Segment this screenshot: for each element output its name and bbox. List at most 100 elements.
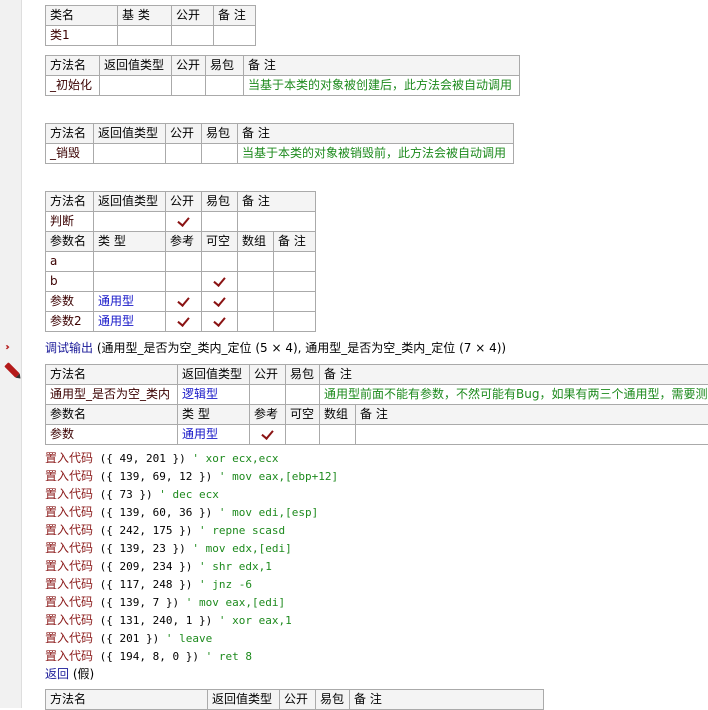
- public-cell[interactable]: [172, 26, 214, 46]
- header-remark: 备 注: [350, 690, 544, 710]
- array-cell[interactable]: [238, 312, 274, 332]
- reference-cell[interactable]: [166, 272, 202, 292]
- nullable-cell[interactable]: [202, 292, 238, 312]
- code-line[interactable]: 置入代码 ({ 139, 69, 12 }) ' mov eax,[ebp+12…: [45, 467, 338, 485]
- param-name-cell[interactable]: b: [46, 272, 94, 292]
- param-type-cell[interactable]: [94, 252, 166, 272]
- header-return-type: 返回值类型: [208, 690, 280, 710]
- remark-cell[interactable]: 当基于本类的对象被创建后，此方法会被自动调用: [244, 76, 520, 96]
- code-line[interactable]: 置入代码 ({ 117, 248 }) ' jnz -6: [45, 575, 252, 593]
- remark-cell[interactable]: 当基于本类的对象被销毁前，此方法会被自动调用: [238, 144, 514, 164]
- code-line[interactable]: 置入代码 ({ 209, 234 }) ' shr edx,1: [45, 557, 272, 575]
- easy-pack-cell[interactable]: [202, 144, 238, 164]
- header-class-name: 类名: [46, 6, 118, 26]
- code-comment: ' jnz -6: [199, 578, 252, 591]
- class-name-cell[interactable]: 类1: [46, 26, 118, 46]
- param-name-cell[interactable]: 参数: [46, 292, 94, 312]
- remark-cell[interactable]: [274, 292, 316, 312]
- reference-cell[interactable]: [250, 425, 286, 445]
- public-cell[interactable]: [166, 212, 202, 232]
- return-type-cell[interactable]: [94, 144, 166, 164]
- reference-cell[interactable]: [166, 292, 202, 312]
- arrow-icon: ››: [5, 342, 7, 353]
- header-remark: 备 注: [244, 56, 520, 76]
- remark-cell[interactable]: [274, 312, 316, 332]
- param-type-cell[interactable]: 通用型: [178, 425, 250, 445]
- param-name-cell[interactable]: 参数2: [46, 312, 94, 332]
- param-type-cell[interactable]: 通用型: [94, 292, 166, 312]
- param-row: a: [46, 252, 316, 272]
- public-cell[interactable]: [166, 144, 202, 164]
- code-line[interactable]: 置入代码 ({ 242, 175 }) ' repne scasd: [45, 521, 285, 539]
- code-keyword: 置入代码: [45, 649, 93, 663]
- return-line[interactable]: 返回 (假): [45, 665, 94, 683]
- easy-pack-cell[interactable]: [286, 385, 320, 405]
- method-name-cell[interactable]: 通用型_是否为空_类内: [46, 385, 178, 405]
- header-reference: 参考: [166, 232, 202, 252]
- header-remark: 备 注: [238, 124, 514, 144]
- nullable-cell[interactable]: [202, 312, 238, 332]
- remark-cell[interactable]: [274, 272, 316, 292]
- param-name-cell[interactable]: a: [46, 252, 94, 272]
- method-init-table: 方法名 返回值类型 公开 易包 备 注 _初始化 当基于本类的对象被创建后，此方…: [45, 55, 520, 96]
- return-type-cell[interactable]: 逻辑型: [178, 385, 250, 405]
- nullable-cell[interactable]: [202, 272, 238, 292]
- header-remark: 备 注: [320, 365, 708, 385]
- method-name-cell[interactable]: _初始化: [46, 76, 100, 96]
- param-type-cell[interactable]: [94, 272, 166, 292]
- code-args: ({ 117, 248 }): [93, 578, 199, 591]
- param-row: 参数2 通用型: [46, 312, 316, 332]
- code-comment: ' ret 8: [206, 650, 252, 663]
- param-row: 参数 通用型: [46, 292, 316, 312]
- code-keyword: 置入代码: [45, 631, 93, 645]
- code-args: ({ 139, 23 }): [93, 542, 192, 555]
- return-keyword: 返回: [45, 667, 69, 681]
- code-line[interactable]: 置入代码 ({ 201 }) ' leave: [45, 629, 212, 647]
- code-line[interactable]: 置入代码 ({ 139, 60, 36 }) ' mov edi,[esp]: [45, 503, 318, 521]
- code-comment: ' mov eax,[ebp+12]: [219, 470, 338, 483]
- easy-pack-cell[interactable]: [206, 76, 244, 96]
- param-type-cell[interactable]: 通用型: [94, 312, 166, 332]
- code-line[interactable]: 置入代码 ({ 139, 23 }) ' mov edx,[edi]: [45, 539, 292, 557]
- param-name-cell[interactable]: 参数: [46, 425, 178, 445]
- nullable-cell[interactable]: [202, 252, 238, 272]
- public-cell[interactable]: [250, 385, 286, 405]
- method-name-cell[interactable]: _销毁: [46, 144, 94, 164]
- array-cell[interactable]: [238, 272, 274, 292]
- code-args: ({ 201 }): [93, 632, 166, 645]
- debug-output-line[interactable]: 调试输出 (通用型_是否为空_类内_定位 (5 × 4), 通用型_是否为空_类…: [45, 339, 506, 357]
- code-line[interactable]: 置入代码 ({ 131, 240, 1 }) ' xor eax,1: [45, 611, 292, 629]
- code-keyword: 置入代码: [45, 577, 93, 591]
- reference-cell[interactable]: [166, 252, 202, 272]
- method-judge-table: 方法名 返回值类型 公开 易包 备 注 判断 参数名 类 型 参考 可空 数组 …: [45, 191, 316, 332]
- remark-cell[interactable]: [238, 212, 316, 232]
- array-cell[interactable]: [320, 425, 356, 445]
- code-line[interactable]: 置入代码 ({ 49, 201 }) ' xor ecx,ecx: [45, 449, 278, 467]
- header-param-name: 参数名: [46, 405, 178, 425]
- header-easy-pack: 易包: [286, 365, 320, 385]
- code-keyword: 置入代码: [45, 613, 93, 627]
- array-cell[interactable]: [238, 252, 274, 272]
- code-line[interactable]: 置入代码 ({ 194, 8, 0 }) ' ret 8: [45, 647, 252, 665]
- header-public: 公开: [172, 56, 206, 76]
- header-param-type: 类 型: [94, 232, 166, 252]
- code-args: ({ 139, 60, 36 }): [93, 506, 219, 519]
- return-type-cell[interactable]: [100, 76, 172, 96]
- code-args: ({ 194, 8, 0 }): [93, 650, 206, 663]
- code-comment: ' dec ecx: [159, 488, 219, 501]
- return-type-cell[interactable]: [94, 212, 166, 232]
- code-args: ({ 131, 240, 1 }): [93, 614, 219, 627]
- array-cell[interactable]: [238, 292, 274, 312]
- easy-pack-cell[interactable]: [202, 212, 238, 232]
- nullable-cell[interactable]: [286, 425, 320, 445]
- code-line[interactable]: 置入代码 ({ 139, 7 }) ' mov eax,[edi]: [45, 593, 285, 611]
- remark-cell[interactable]: [274, 252, 316, 272]
- public-cell[interactable]: [172, 76, 206, 96]
- remark-cell[interactable]: 通用型前面不能有参数，不然可能有Bug，如果有两三个通用型，需要测试: [320, 385, 708, 405]
- reference-cell[interactable]: [166, 312, 202, 332]
- remark-cell[interactable]: [214, 26, 256, 46]
- method-name-cell[interactable]: 判断: [46, 212, 94, 232]
- remark-cell[interactable]: [356, 425, 708, 445]
- base-class-cell[interactable]: [118, 26, 172, 46]
- code-line[interactable]: 置入代码 ({ 73 }) ' dec ecx: [45, 485, 219, 503]
